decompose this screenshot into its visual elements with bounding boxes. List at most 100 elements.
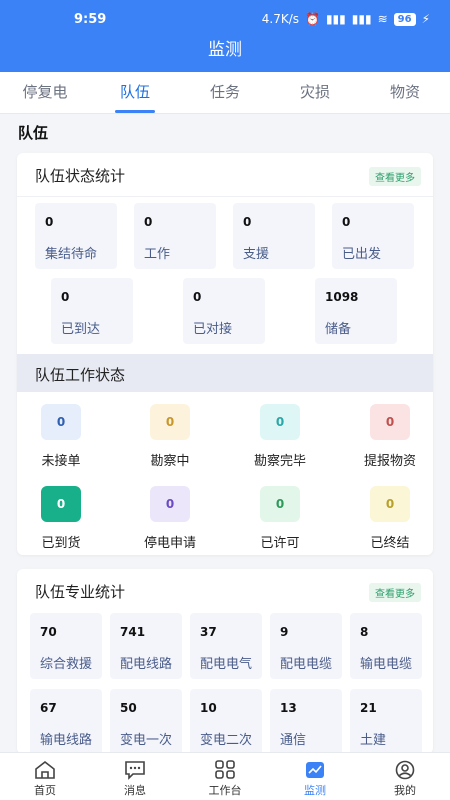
signal-icon: ▮▮▮: [325, 12, 346, 26]
stat-value: 741: [120, 625, 146, 639]
network-speed: 4.7K/s: [261, 12, 299, 26]
status-count-badge: 0: [370, 486, 410, 522]
stat-label: 配电电气: [200, 657, 253, 672]
stat-value: 9: [280, 625, 289, 639]
workbench-icon: [215, 760, 235, 779]
status-count-badge: 0: [41, 486, 81, 522]
status-label: 未接单: [41, 454, 81, 469]
stat-value: 10: [200, 701, 217, 715]
professional-more-button[interactable]: 查看更多: [369, 583, 421, 602]
monitor-icon: [306, 762, 324, 778]
nav-workbench[interactable]: 工作台: [180, 753, 270, 800]
charging-icon: ⚡: [421, 12, 430, 26]
tab-damage[interactable]: 灾损: [270, 72, 360, 113]
prof-rescue[interactable]: 70 综合救援: [30, 613, 102, 679]
status-label: 已到货: [41, 536, 81, 551]
work-status-unaccepted[interactable]: 0 未接单: [19, 404, 103, 469]
page-title: 监测: [208, 40, 242, 60]
work-status-permitted[interactable]: 0 已许可: [238, 486, 322, 551]
nav-messages[interactable]: 消息: [90, 753, 180, 800]
professional-card: 队伍专业统计 查看更多 70 综合救援 741 配电线路 37 配电电气 9 配…: [17, 569, 433, 754]
tab-outage[interactable]: 停复电: [0, 72, 90, 113]
tab-team[interactable]: 队伍: [90, 72, 180, 113]
prof-dist-electric[interactable]: 37 配电电气: [190, 613, 262, 679]
stat-arrived[interactable]: 0 已到达: [51, 278, 133, 344]
status-label: 勘察中: [150, 454, 190, 469]
prof-dist-cable[interactable]: 9 配电电缆: [270, 613, 342, 679]
stat-support[interactable]: 0 支援: [233, 203, 315, 269]
stat-label: 通信: [280, 733, 307, 748]
work-status-surveying[interactable]: 0 勘察中: [128, 404, 212, 469]
stat-value: 0: [61, 290, 70, 304]
status-label: 停电申请: [143, 536, 196, 551]
tab-bar: 停复电 队伍 任务 灾损 物资: [0, 72, 450, 114]
stat-label: 输电电缆: [360, 657, 413, 672]
nav-profile[interactable]: 我的: [360, 753, 450, 800]
prof-civil[interactable]: 21 土建: [350, 689, 422, 754]
bottom-nav: 首页 消息 工作台 监测 我的: [0, 752, 450, 800]
nav-home[interactable]: 首页: [0, 753, 90, 800]
status-label: 已许可: [260, 536, 300, 551]
team-status-header: 队伍状态统计 查看更多: [17, 153, 433, 197]
stat-label: 集结待命: [45, 247, 98, 262]
prof-substation-secondary[interactable]: 10 变电二次: [190, 689, 262, 754]
stat-assembled[interactable]: 0 集结待命: [35, 203, 117, 269]
stat-label: 已到达: [61, 322, 101, 337]
work-status-request-materials[interactable]: 0 提报物资: [348, 404, 432, 469]
prof-dist-line[interactable]: 741 配电线路: [110, 613, 182, 679]
home-icon: [35, 760, 55, 779]
team-status-card: 队伍状态统计 查看更多 0 集结待命 0 工作 0 支援 0 已出发 0 已到达…: [17, 153, 433, 555]
work-status-outage-request[interactable]: 0 停电申请: [128, 486, 212, 551]
message-icon: [125, 761, 145, 780]
work-status-title: 队伍工作状态: [35, 366, 126, 384]
stat-connected[interactable]: 0 已对接: [183, 278, 265, 344]
stat-value: 13: [280, 701, 297, 715]
status-count-badge: 0: [260, 486, 300, 522]
status-count-badge: 0: [370, 404, 410, 440]
prof-trans-cable[interactable]: 8 输电电缆: [350, 613, 422, 679]
alarm-icon: ⏰: [305, 12, 320, 26]
nav-monitor[interactable]: 监测: [270, 753, 360, 800]
stat-value: 1098: [325, 290, 359, 304]
work-status-terminated[interactable]: 0 已终结: [348, 486, 432, 551]
stat-label: 已出发: [342, 247, 382, 262]
status-count-badge: 0: [150, 486, 190, 522]
status-count-badge: 0: [150, 404, 190, 440]
prof-communication[interactable]: 13 通信: [270, 689, 342, 754]
stat-label: 储备: [325, 322, 352, 337]
stat-value: 0: [193, 290, 202, 304]
nav-label: 监测: [304, 784, 326, 797]
stat-reserve[interactable]: 1098 储备: [315, 278, 397, 344]
status-time: 9:59: [74, 12, 107, 27]
tab-task[interactable]: 任务: [180, 72, 270, 113]
stat-departed[interactable]: 0 已出发: [332, 203, 414, 269]
signal2-icon: ▮▮▮: [351, 12, 372, 26]
profile-icon: [395, 760, 415, 780]
stat-label: 土建: [360, 733, 387, 748]
prof-substation-primary[interactable]: 50 变电一次: [110, 689, 182, 754]
stat-label: 配电电缆: [280, 657, 333, 672]
work-status-header: 队伍工作状态: [17, 354, 433, 392]
status-count-badge: 0: [260, 404, 300, 440]
app-bar: 监测: [0, 32, 450, 72]
stat-working[interactable]: 0 工作: [134, 203, 216, 269]
stat-label: 工作: [144, 247, 171, 262]
stat-label: 输电线路: [40, 733, 93, 748]
tab-materials[interactable]: 物资: [360, 72, 450, 113]
nav-label: 消息: [124, 784, 146, 797]
battery-icon: 96: [393, 12, 416, 26]
work-status-survey-done[interactable]: 0 勘察完毕: [238, 404, 322, 469]
team-status-more-button[interactable]: 查看更多: [369, 167, 421, 186]
nav-label: 工作台: [208, 784, 242, 797]
nav-label: 我的: [394, 784, 416, 797]
stat-value: 37: [200, 625, 217, 639]
stat-label: 变电一次: [120, 733, 173, 748]
work-status-delivered[interactable]: 0 已到货: [19, 486, 103, 551]
stat-value: 0: [45, 215, 54, 229]
status-label: 已终结: [370, 536, 410, 551]
prof-trans-line[interactable]: 67 输电线路: [30, 689, 102, 754]
stat-label: 综合救援: [40, 657, 93, 672]
status-bar: 9:59 4.7K/s ⏰ ▮▮▮ ▮▮▮ ≋ 96 ⚡: [0, 0, 450, 32]
stat-value: 67: [40, 701, 57, 715]
stat-value: 8: [360, 625, 369, 639]
